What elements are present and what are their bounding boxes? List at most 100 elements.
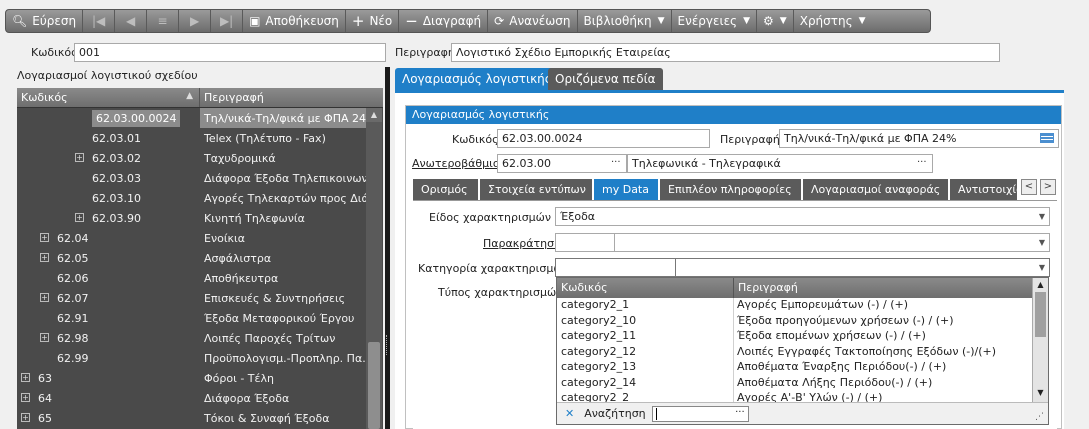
tree-row[interactable]: 62.03.00.0024 Τηλ/νικά-Τηλ/φικά με ΦΠΑ 24… bbox=[17, 108, 383, 128]
search-lookup-icon[interactable]: ··· bbox=[735, 407, 745, 418]
delete-button[interactable]: − Διαγραφή bbox=[399, 10, 489, 32]
users-menu[interactable]: Χρήστης ▼ bbox=[794, 10, 872, 32]
code-field[interactable]: 001 bbox=[74, 43, 386, 62]
char-type-select[interactable]: Έξοδα ▼ bbox=[555, 207, 1050, 226]
tree-row-code: +64 bbox=[17, 388, 200, 408]
tree-row[interactable]: +64 Διάφορα Έξοδα bbox=[17, 388, 383, 408]
tree-row[interactable]: +62.04 Ενοίκια bbox=[17, 228, 383, 248]
subtab-reference-accounts[interactable]: Λογαριασμοί αναφοράς bbox=[803, 179, 949, 200]
expand-icon[interactable]: + bbox=[21, 413, 30, 422]
expand-icon[interactable]: + bbox=[75, 153, 84, 162]
dropdown-scrollbar[interactable]: ▲ ▼ bbox=[1032, 278, 1048, 402]
scroll-down-icon[interactable]: ▼ bbox=[1033, 388, 1048, 400]
search-button[interactable]: 🔍︎ Εύρεση bbox=[6, 10, 84, 32]
tree-row[interactable]: +62.05 Ασφάλιστρα bbox=[17, 248, 383, 268]
char-category-select[interactable]: ▼ bbox=[675, 258, 1050, 277]
refresh-button[interactable]: ⟳ Ανανέωση bbox=[488, 10, 578, 32]
last-record-button[interactable]: ▶| bbox=[211, 10, 244, 32]
expand-icon[interactable]: + bbox=[75, 213, 84, 222]
dropdown-row[interactable]: category2_1 Αγορές Εμπορευμάτων (-) / (+) bbox=[557, 298, 1048, 314]
tree-row[interactable]: 62.03.10 Αγορές Τηλεκαρτών προς Διά... bbox=[17, 188, 383, 208]
library-menu[interactable]: Βιβλιοθήκη ▼ bbox=[578, 10, 672, 32]
subtab-mappings[interactable]: Αντιστοιχίσεις bbox=[950, 179, 1018, 200]
tree-row[interactable]: 62.99 Προϋπολογισμ.-Προπληρ. Πα... bbox=[17, 348, 383, 368]
actions-menu[interactable]: Ενέργειες ▼ bbox=[672, 10, 758, 32]
tree-row[interactable]: 62.06 Αποθήκευτρα bbox=[17, 268, 383, 288]
tree-row-code: 62.03.10 bbox=[17, 188, 200, 208]
search-label: Αναζήτηση bbox=[584, 407, 646, 420]
expand-icon[interactable]: + bbox=[21, 373, 30, 382]
tree-row[interactable]: +65 Τόκοι & Συναφή Έξοδα bbox=[17, 408, 383, 428]
new-button[interactable]: + Νέο bbox=[346, 10, 400, 32]
parent-desc-lookup-button[interactable]: ··· bbox=[917, 157, 927, 168]
dropdown-row[interactable]: category2_14 Αποθέματα Λήξης Περιόδου(-) … bbox=[557, 375, 1048, 391]
dropdown-row-code: category2_12 bbox=[557, 344, 734, 360]
parent-label[interactable]: Ανωτεροβάθμιος bbox=[412, 157, 506, 170]
expand-icon[interactable]: + bbox=[40, 233, 49, 242]
accounts-grid: Κωδικός ▲ Περιγραφή 62.03.00.0024 Τηλ/νικά… bbox=[17, 88, 383, 429]
parent-code-field[interactable]: 62.03.00 bbox=[497, 154, 627, 173]
expand-icon[interactable]: + bbox=[40, 253, 49, 262]
scroll-thumb[interactable] bbox=[368, 342, 380, 429]
resize-grip-icon[interactable]: ⋰ bbox=[1035, 412, 1044, 422]
expand-icon[interactable]: + bbox=[40, 293, 49, 302]
expand-icon[interactable]: + bbox=[21, 393, 30, 402]
scroll-up-icon[interactable]: ▲ bbox=[366, 108, 382, 122]
tree-row[interactable]: +62.03.90 Κινητή Τηλεφωνία bbox=[17, 208, 383, 228]
dropdown-row[interactable]: category2_10 Έξοδα προηγούμενων χρήσεων (… bbox=[557, 313, 1048, 329]
account-code-field[interactable]: 62.03.00.0024 bbox=[497, 129, 710, 148]
subtab-definition[interactable]: Ορισμός bbox=[413, 179, 479, 200]
tree-row-code: 62.06 bbox=[17, 268, 200, 288]
settings-menu[interactable]: ⚙ ▼ bbox=[757, 10, 794, 32]
subtab-print-data[interactable]: Στοιχεία εντύπων bbox=[480, 179, 593, 200]
chevron-down-icon: ▼ bbox=[1038, 263, 1045, 272]
tree-row[interactable]: +62.03.02 Ταχυδρομικά bbox=[17, 148, 383, 168]
tree-row-code-text: 62.03.10 bbox=[92, 192, 141, 205]
expand-icon[interactable]: + bbox=[40, 333, 49, 342]
prev-record-button[interactable]: ◀ bbox=[115, 10, 148, 32]
parent-lookup-button[interactable]: ··· bbox=[611, 157, 621, 168]
column-code[interactable]: Κωδικός ▲ bbox=[17, 88, 200, 107]
save-button[interactable]: ▣ Αποθήκευση bbox=[243, 10, 346, 32]
language-flag-icon[interactable] bbox=[1040, 133, 1054, 143]
column-description[interactable]: Περιγραφή bbox=[200, 88, 366, 107]
subtab-mydata[interactable]: my Data bbox=[594, 179, 659, 200]
scroll-up-icon[interactable]: ▲ bbox=[1033, 280, 1048, 292]
tree-row[interactable]: 62.91 Έξοδα Μεταφορικού Έργου bbox=[17, 308, 383, 328]
dropdown-column-description[interactable]: Περιγραφή bbox=[734, 278, 1032, 298]
tree-row-code: +63 bbox=[17, 368, 200, 388]
tree-row[interactable]: +62.07 Επισκευές & Συντηρήσεις bbox=[17, 288, 383, 308]
tab-custom-fields[interactable]: Οριζόμενα πεδία bbox=[548, 68, 663, 90]
subtab-extra-info[interactable]: Επιπλέον πληροφορίες bbox=[660, 179, 802, 200]
tree-row-code: 62.99 bbox=[17, 348, 200, 368]
panel-splitter[interactable] bbox=[385, 67, 390, 429]
tree-row[interactable]: 62.03.03 Διάφορα Έξοδα Τηλεπικοινων... bbox=[17, 168, 383, 188]
description-field[interactable]: Λογιστικό Σχέδιο Εμπορικής Εταιρείας bbox=[451, 43, 1000, 62]
dropdown-search-input[interactable]: ··· bbox=[651, 405, 749, 422]
first-record-button[interactable]: |◀ bbox=[83, 10, 116, 32]
tab-account[interactable]: Λογαριασμός λογιστικής bbox=[395, 68, 559, 90]
list-button[interactable]: ≡ bbox=[147, 10, 180, 32]
dropdown-row[interactable]: category2_13 Αποθέματα Έναρξης Περιόδου(-… bbox=[557, 360, 1048, 376]
withholding-code-field[interactable] bbox=[555, 233, 615, 252]
withholding-select[interactable]: ▼ bbox=[614, 233, 1050, 252]
dropdown-column-code[interactable]: Κωδικός bbox=[557, 278, 734, 298]
tree-row[interactable]: +63 Φόροι - Τέλη bbox=[17, 368, 383, 388]
dropdown-header: Κωδικός Περιγραφή bbox=[557, 278, 1048, 298]
next-record-button[interactable]: ▶ bbox=[179, 10, 212, 32]
tree-row[interactable]: 62.03.01 Telex (Τηλέτυπο - Fax) bbox=[17, 128, 383, 148]
tree-row-code-text: 65 bbox=[38, 412, 52, 425]
accounts-scrollbar[interactable]: ▲ bbox=[366, 108, 382, 429]
tree-row-description: Λοιπές Παροχές Τρίτων bbox=[204, 331, 336, 345]
scroll-thumb[interactable] bbox=[1035, 292, 1046, 337]
chevron-right-icon[interactable]: > bbox=[1040, 179, 1056, 195]
dropdown-row[interactable]: category2_11 Έξοδα επομένων χρήσεων (-) /… bbox=[557, 329, 1048, 345]
chevron-down-icon: ▼ bbox=[1038, 212, 1045, 221]
dropdown-row[interactable]: category2_12 Λοιπές Εγγραφές Τακτοποίησης… bbox=[557, 344, 1048, 360]
tree-row[interactable]: +62.98 Λοιπές Παροχές Τρίτων bbox=[17, 328, 383, 348]
close-icon[interactable]: ✕ bbox=[565, 407, 574, 420]
withholding-label[interactable]: Παρακράτηση bbox=[483, 237, 561, 250]
char-category-code-field[interactable] bbox=[555, 258, 676, 277]
account-desc-field[interactable]: Τηλ/νικά-Τηλ/φικά με ΦΠΑ 24% bbox=[779, 129, 1059, 148]
chevron-left-icon[interactable]: < bbox=[1021, 179, 1037, 195]
